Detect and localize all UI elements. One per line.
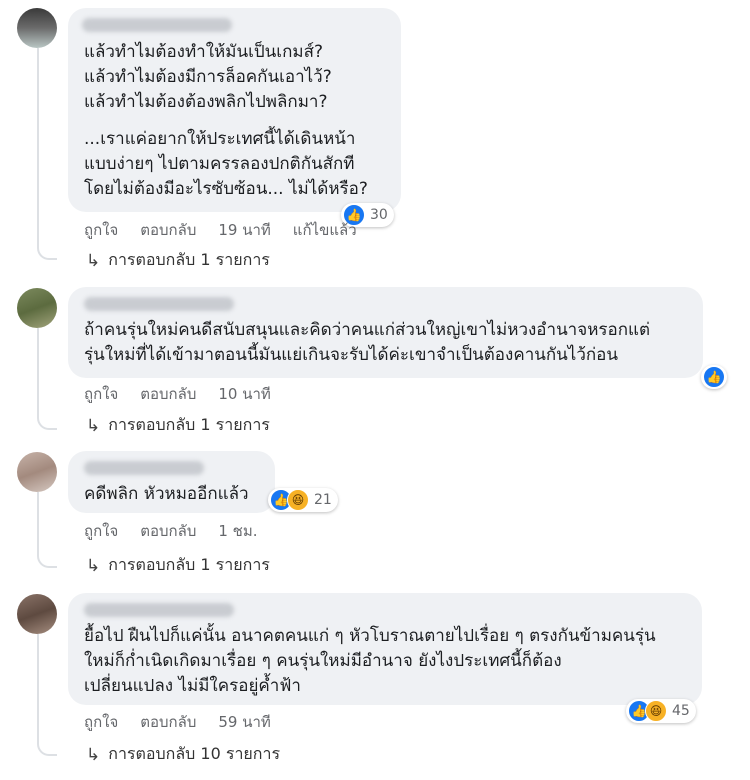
replies-label: การตอบกลับ 1 รายการ — [108, 415, 270, 434]
reply-button[interactable]: ตอบกลับ — [140, 713, 196, 731]
comment-time[interactable]: 59 นาที — [218, 713, 270, 731]
reply-arrow-icon: ↳ — [86, 555, 101, 576]
thread-line — [37, 492, 39, 554]
reply-arrow-icon: ↳ — [86, 250, 101, 271]
reply-button[interactable]: ตอบกลับ — [140, 385, 196, 403]
haha-icon: 😆 — [287, 489, 309, 511]
reaction-summary[interactable]: 👍 😆 21 — [268, 488, 338, 512]
thread-line — [37, 634, 39, 742]
comment-actions: ถูกใจ ตอบกลับ 10 นาที — [84, 382, 293, 406]
avatar[interactable] — [17, 452, 57, 492]
commenter-name[interactable] — [84, 297, 234, 311]
replies-label: การตอบกลับ 1 รายการ — [108, 555, 270, 574]
comment-text: ...เราแค่อยากให้ประเทศนี้ได้เดินหน้า แบบ… — [84, 129, 368, 199]
reaction-count: 45 — [672, 703, 690, 719]
thread-connector — [37, 244, 57, 260]
like-button[interactable]: ถูกใจ — [84, 713, 118, 731]
reply-arrow-icon: ↳ — [86, 744, 101, 765]
comment-text: คดีพลิก หัวหมออีกแล้ว — [84, 484, 249, 504]
comment-actions: ถูกใจ ตอบกลับ 1 ชม. — [84, 519, 280, 543]
commenter-name[interactable] — [82, 18, 232, 32]
reaction-summary[interactable]: 👍 — [701, 365, 727, 389]
thread-connector — [37, 552, 57, 568]
commenter-name[interactable] — [84, 461, 204, 475]
replies-label: การตอบกลับ 1 รายการ — [108, 250, 270, 269]
view-replies-link[interactable]: ↳ การตอบกลับ 1 รายการ — [86, 248, 270, 273]
edited-label[interactable]: แก้ไขแล้ว — [293, 221, 357, 239]
avatar[interactable] — [17, 8, 57, 48]
thread-line — [37, 328, 39, 418]
thread-connector — [37, 414, 57, 430]
like-button[interactable]: ถูกใจ — [84, 221, 118, 239]
reply-arrow-icon: ↳ — [86, 415, 101, 436]
thread-connector — [37, 740, 57, 756]
avatar[interactable] — [17, 288, 57, 328]
thread-line — [37, 48, 39, 248]
reply-button[interactable]: ตอบกลับ — [140, 221, 196, 239]
comment-text: ถ้าคนรุ่นใหม่คนดีสนับสนุนและคิดว่าคนแก่ส… — [84, 320, 651, 365]
comment-time[interactable]: 1 ชม. — [218, 522, 257, 540]
like-button[interactable]: ถูกใจ — [84, 522, 118, 540]
comment-time[interactable]: 19 นาที — [218, 221, 270, 239]
like-icon: 👍 — [703, 366, 725, 388]
view-replies-link[interactable]: ↳ การตอบกลับ 1 รายการ — [86, 553, 270, 578]
replies-label: การตอบกลับ 10 รายการ — [108, 744, 281, 763]
comment-actions: ถูกใจ ตอบกลับ 59 นาที — [84, 710, 293, 734]
comment-text: ยื้อไป ฝืนไปก็แค่นั้น อนาคตคนแก่ ๆ หัวโบ… — [84, 626, 656, 696]
reaction-count: 21 — [314, 492, 332, 508]
comment-text: แล้วทำไมต้องทำให้มันเป็นเกมส์? แล้วทำไมต… — [84, 42, 332, 112]
comment-actions: ถูกใจ ตอบกลับ 19 นาที แก้ไขแล้ว — [84, 218, 379, 242]
haha-icon: 😆 — [645, 700, 667, 722]
like-button[interactable]: ถูกใจ — [84, 385, 118, 403]
view-replies-link[interactable]: ↳ การตอบกลับ 10 รายการ — [86, 742, 280, 767]
reply-button[interactable]: ตอบกลับ — [140, 522, 196, 540]
view-replies-link[interactable]: ↳ การตอบกลับ 1 รายการ — [86, 413, 270, 438]
avatar[interactable] — [17, 594, 57, 634]
commenter-name[interactable] — [84, 603, 234, 617]
reaction-summary[interactable]: 👍 😆 45 — [626, 699, 696, 723]
comment-time[interactable]: 10 นาที — [218, 385, 270, 403]
